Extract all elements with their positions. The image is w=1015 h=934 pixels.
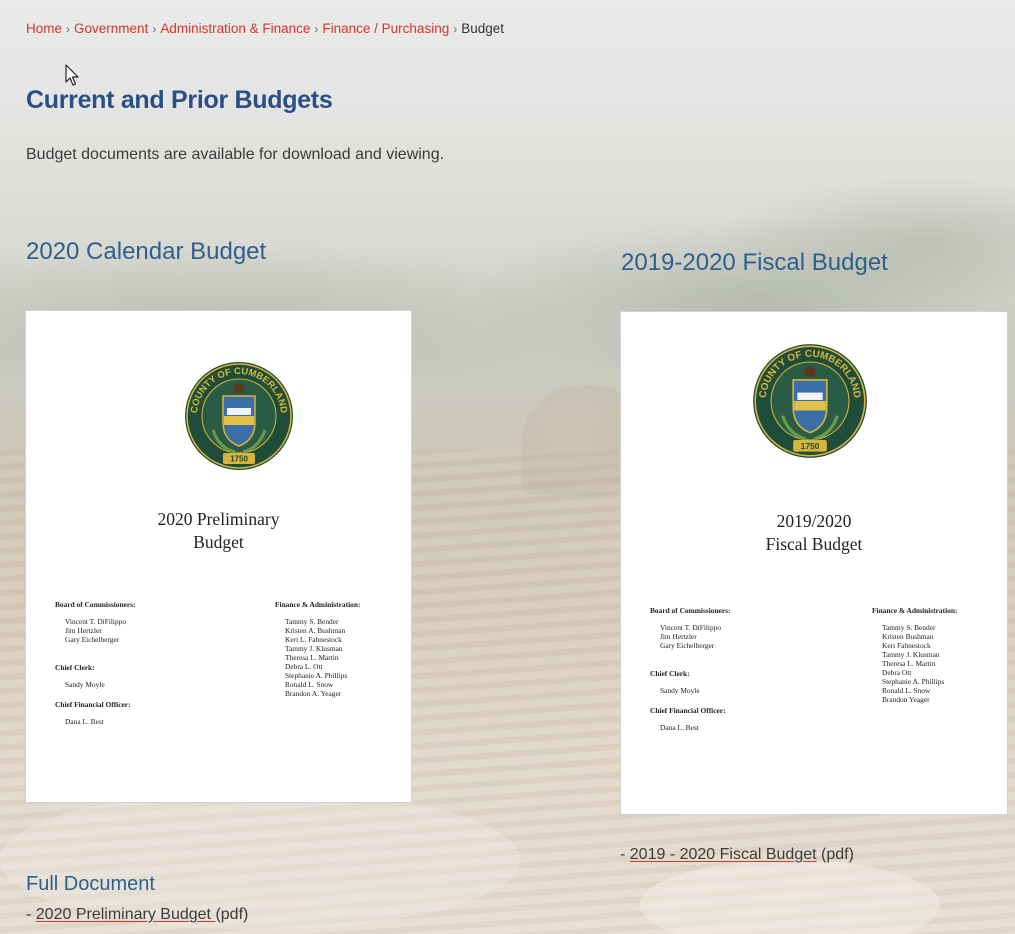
svg-text:1750: 1750 [801,441,820,451]
preliminary-budget-pdf-link[interactable]: 2020 Preliminary Budget [36,906,216,923]
board-header: Board of Commissioners: [650,606,731,615]
arrow-cursor-icon [65,64,79,86]
cfo-name: Dana L. Best [660,723,699,732]
county-seal-icon: 1750 COUNTY OF CUMBERLAND [185,362,293,470]
calendar-budget-cover-image[interactable]: 1750 COUNTY OF CUMBERLAND 2020 Prelimina… [25,310,412,803]
board-member: Jim Hertzler [660,632,697,641]
intro-text: Budget documents are available for downl… [26,146,445,163]
board-member: Gary Eichelberger [65,635,120,644]
finance-header: Finance & Administration: [872,606,958,615]
fiscal-budget-link-line: - 2019 - 2020 Fiscal Budget (pdf) [620,846,854,863]
breadcrumb-finance-purchasing[interactable]: Finance / Purchasing [322,21,449,36]
full-document-heading: Full Document [26,873,155,895]
fiscal-budget-heading: 2019-2020 Fiscal Budget [621,249,888,276]
finance-member: Tammy J. Klusman [285,644,343,653]
finance-member: Kristen A. Bushman [285,626,346,635]
board-member: Vincent T. DiFilippo [660,623,722,632]
board-header: Board of Commissioners: [55,600,136,609]
finance-header: Finance & Administration: [275,600,361,609]
finance-member: Theresa L. Martin [882,659,936,668]
finance-member: Stephanie A. Phillips [882,677,945,686]
breadcrumb-home[interactable]: Home [26,21,62,36]
finance-member: Brandon A. Yeager [285,689,342,698]
breadcrumb-separator: › [453,22,458,36]
cfo-header: Chief Financial Officer: [55,700,131,709]
document-title: 2020 Preliminary Budget [157,509,280,552]
breadcrumb-separator: › [152,22,157,36]
clerk-header: Chief Clerk: [55,663,95,672]
finance-member: Stephanie A. Phillips [285,671,348,680]
breadcrumb-administration-finance[interactable]: Administration & Finance [160,21,310,36]
cfo-name: Dana L. Best [65,717,104,726]
document-title: 2019/2020 Fiscal Budget [765,511,863,554]
cfo-header: Chief Financial Officer: [650,706,726,715]
breadcrumb-separator: › [66,22,71,36]
finance-member: Keri L. Fahnestock [285,635,342,644]
finance-member: Debra L. Ott [285,662,323,671]
breadcrumb-separator: › [314,22,319,36]
main-content: Home › Government › Administration & Finance… [0,0,1015,934]
finance-member: Tammy S. Bender [285,617,339,626]
finance-member: Tammy S. Bender [882,623,936,632]
breadcrumb-government[interactable]: Government [74,21,148,36]
finance-member: Debra Ott [882,668,912,677]
clerk-name: Sandy Moyle [65,680,105,689]
finance-member: Ronald L. Snow [285,680,334,689]
breadcrumb-current: Budget [461,21,505,36]
calendar-budget-heading: 2020 Calendar Budget [26,238,267,265]
breadcrumb: Home › Government › Administration & Finance… [26,21,504,36]
svg-text:1750: 1750 [230,455,248,464]
fiscal-budget-cover-image[interactable]: 1750 COUNTY OF CUMBERLAND 2019/2020 Fisc… [620,311,1008,815]
finance-member: Theresa L. Martin [285,653,339,662]
clerk-header: Chief Clerk: [650,669,690,678]
page-title: Current and Prior Budgets [26,86,333,114]
county-seal-icon: 1750 COUNTY OF CUMBERLAND [753,344,867,458]
finance-member: Ronald L. Snow [882,686,931,695]
finance-member: Brandon Yeager [882,695,930,704]
finance-member: Keri Fahnestock [882,641,931,650]
clerk-name: Sandy Moyle [660,686,700,695]
fiscal-budget-pdf-link[interactable]: 2019 - 2020 Fiscal Budget [630,846,817,863]
calendar-budget-link-line: - 2020 Preliminary Budget (pdf) [26,906,249,923]
finance-member: Tammy J. Klusman [882,650,940,659]
board-member: Jim Hertzler [65,626,102,635]
board-member: Vincent T. DiFilippo [65,617,127,626]
finance-member: Kristen Bushman [882,632,934,641]
board-member: Gary Eichelberger [660,641,715,650]
